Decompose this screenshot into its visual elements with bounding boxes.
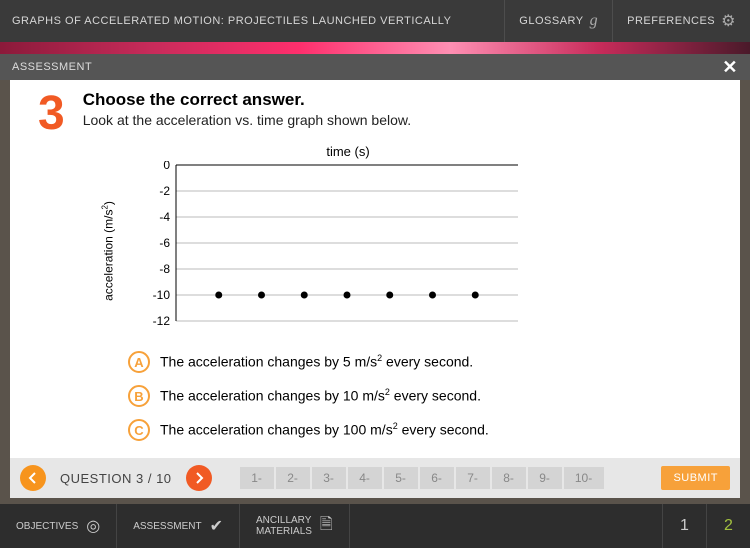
question-tab-10[interactable]: 10-: [564, 467, 604, 489]
preferences-button[interactable]: PREFERENCES ⚙: [612, 0, 750, 42]
gear-icon: ⚙: [721, 11, 736, 31]
question-tabs: 1-2-3-4-5-6-7-8-9-10-: [240, 467, 604, 489]
assessment-bar: ASSESSMENT ✕: [0, 54, 750, 80]
chevron-right-icon: [193, 472, 205, 484]
answer-letter: A: [128, 351, 150, 373]
glossary-icon: g: [590, 12, 599, 30]
question-subtitle: Look at the acceleration vs. time graph …: [83, 112, 411, 128]
chart-ylabel: acceleration (m/s2): [101, 201, 116, 301]
question-nav: QUESTION 3 / 10 1-2-3-4-5-6-7-8-9-10- SU…: [10, 458, 740, 498]
question-counter: QUESTION 3 / 10: [54, 471, 178, 486]
question-tab-9[interactable]: 9-: [528, 467, 562, 489]
answers-list: A The acceleration changes by 5 m/s2 ever…: [38, 345, 712, 447]
svg-text:3: 3: [301, 161, 308, 162]
question-tab-3[interactable]: 3-: [312, 467, 346, 489]
question-tab-4[interactable]: 4-: [348, 467, 382, 489]
submit-button[interactable]: SUBMIT: [661, 466, 730, 490]
chevron-left-icon: [27, 472, 39, 484]
page-1-button[interactable]: 1: [662, 504, 706, 548]
objectives-label: OBJECTIVES: [16, 521, 78, 532]
ancillary-button[interactable]: ANCILLARYMATERIALS 🗎: [240, 504, 350, 548]
glossary-label: GLOSSARY: [519, 15, 583, 27]
answer-option-a[interactable]: A The acceleration changes by 5 m/s2 ever…: [38, 345, 712, 379]
close-icon[interactable]: ✕: [722, 57, 738, 78]
acceleration-time-chart: acceleration (m/s2) 0-2-4-6-8-10-1212345…: [128, 161, 528, 341]
question-tab-7[interactable]: 7-: [456, 467, 490, 489]
question-tab-6[interactable]: 6-: [420, 467, 454, 489]
answer-text: The acceleration changes by 100 m/s2 eve…: [160, 421, 489, 438]
svg-text:7: 7: [472, 161, 479, 162]
answer-text: The acceleration changes by 5 m/s2 every…: [160, 353, 473, 370]
assessment-button[interactable]: ASSESSMENT ✔: [117, 504, 240, 548]
document-icon: 🗎: [320, 513, 333, 540]
check-icon: ✔: [210, 516, 223, 536]
target-icon: ◎: [86, 516, 100, 536]
answer-option-b[interactable]: B The acceleration changes by 10 m/s2 eve…: [38, 379, 712, 413]
answer-letter: C: [128, 419, 150, 441]
preferences-label: PREFERENCES: [627, 15, 715, 27]
answer-letter: B: [128, 385, 150, 407]
svg-text:-8: -8: [159, 262, 170, 276]
question-title: Choose the correct answer.: [83, 90, 411, 110]
svg-text:5: 5: [386, 161, 393, 162]
svg-text:1: 1: [215, 161, 222, 162]
assessment-nav-label: ASSESSMENT: [133, 521, 201, 532]
question-number: 3: [38, 90, 65, 138]
page-title: GRAPHS OF ACCELERATED MOTION: PROJECTILE…: [0, 10, 504, 32]
question-tab-5[interactable]: 5-: [384, 467, 418, 489]
bottom-bar: OBJECTIVES ◎ ASSESSMENT ✔ ANCILLARYMATER…: [0, 504, 750, 548]
svg-text:-12: -12: [153, 314, 171, 328]
svg-text:8: 8: [515, 161, 522, 162]
ancillary-label: ANCILLARYMATERIALS: [256, 515, 312, 537]
objectives-button[interactable]: OBJECTIVES ◎: [0, 504, 117, 548]
chart-title: time (s): [168, 144, 528, 159]
svg-text:-4: -4: [159, 210, 170, 224]
top-bar: GRAPHS OF ACCELERATED MOTION: PROJECTILE…: [0, 0, 750, 42]
next-question-button[interactable]: [186, 465, 212, 491]
question-panel: 3 Choose the correct answer. Look at the…: [10, 80, 740, 458]
question-tab-1[interactable]: 1-: [240, 467, 274, 489]
answer-text: The acceleration changes by 10 m/s2 ever…: [160, 387, 481, 404]
chart-svg: 0 -2 -4 -6 -8 -10 -12 1 2 3 4 5 6 7 8: [128, 161, 528, 341]
svg-text:-10: -10: [153, 288, 171, 302]
assessment-label: ASSESSMENT: [12, 61, 92, 73]
decorative-strip: [0, 42, 750, 54]
question-tab-2[interactable]: 2-: [276, 467, 310, 489]
svg-text:0: 0: [163, 161, 170, 172]
page-2-button[interactable]: 2: [706, 504, 750, 548]
svg-text:2: 2: [258, 161, 265, 162]
question-tab-8[interactable]: 8-: [492, 467, 526, 489]
svg-text:-6: -6: [159, 236, 170, 250]
svg-text:4: 4: [344, 161, 351, 162]
answer-option-c[interactable]: C The acceleration changes by 100 m/s2 ev…: [38, 413, 712, 447]
glossary-button[interactable]: GLOSSARY g: [504, 0, 612, 42]
svg-text:6: 6: [429, 161, 436, 162]
svg-text:-2: -2: [159, 184, 170, 198]
prev-question-button[interactable]: [20, 465, 46, 491]
